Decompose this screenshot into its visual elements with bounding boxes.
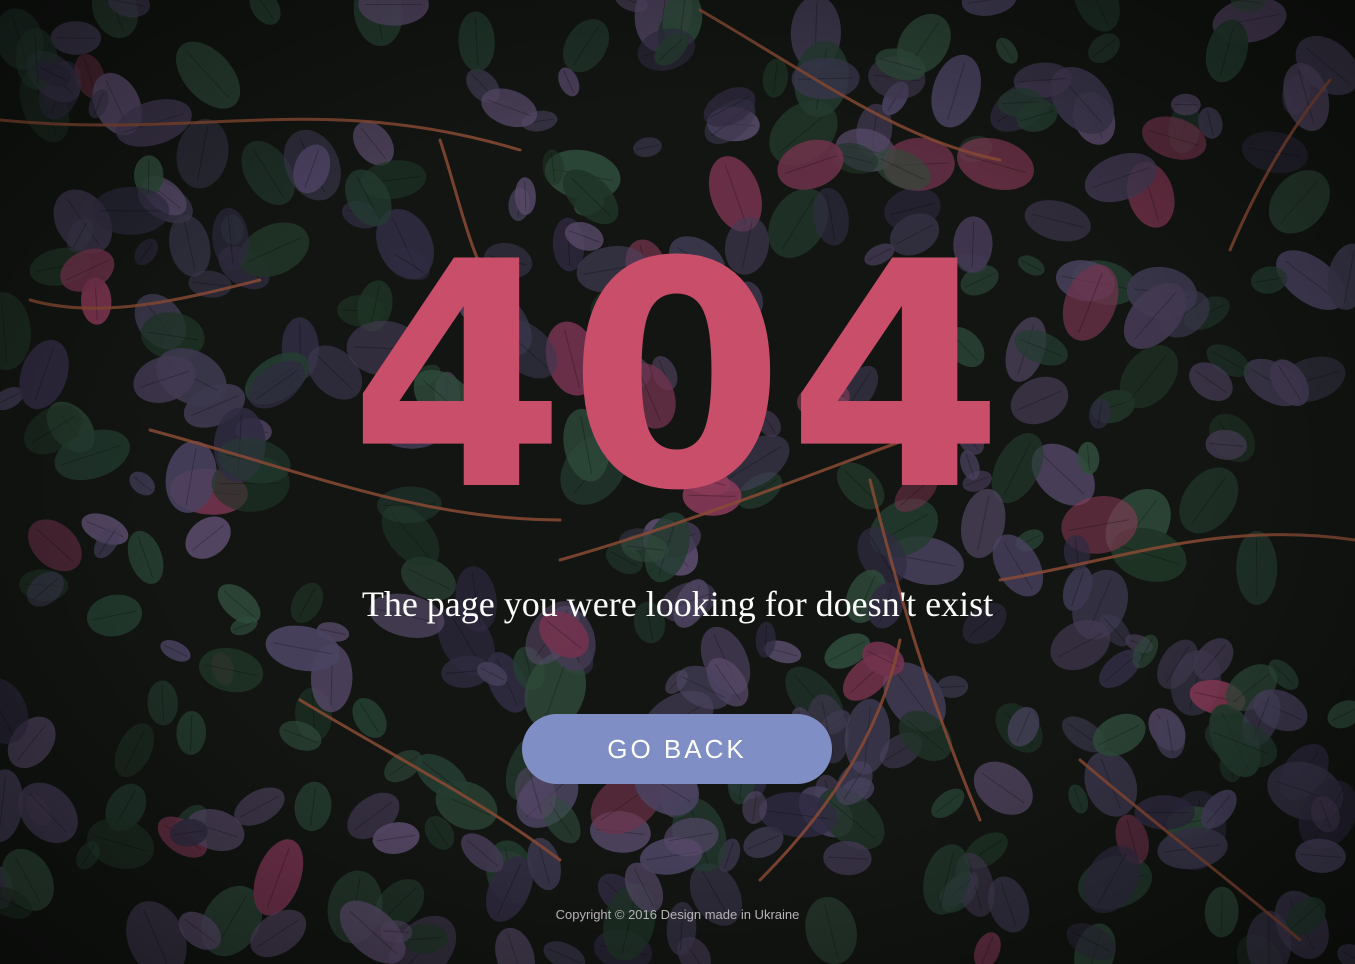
error-message: The page you were looking for doesn't ex… <box>361 584 994 624</box>
error-code-heading: 404 <box>348 195 1007 559</box>
page: 404 The page you were looking for doesn'… <box>0 0 1355 964</box>
go-back-button[interactable]: GO BACK <box>522 714 832 784</box>
copyright-footer: Copyright © 2016 Design made in Ukraine <box>555 907 800 922</box>
